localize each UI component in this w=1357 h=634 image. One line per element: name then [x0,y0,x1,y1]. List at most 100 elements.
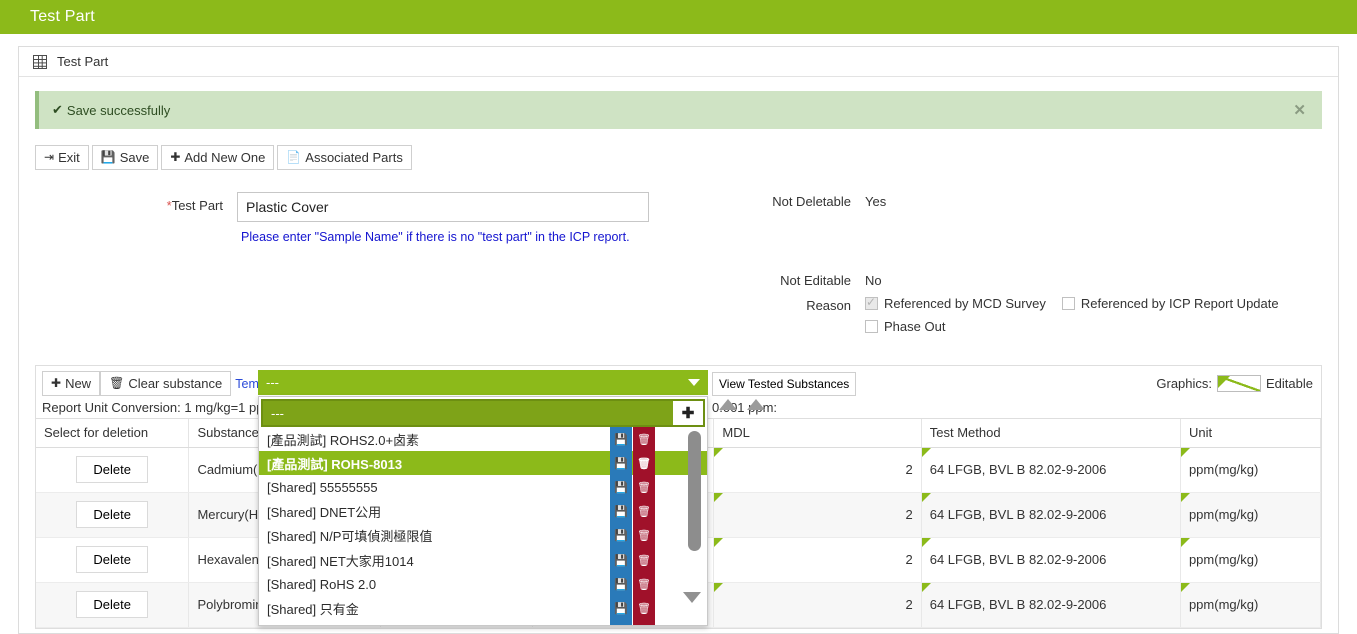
save-template-icon[interactable] [610,620,632,625]
form-right-column: Not Deletable Yes Not Editable No Reason… [735,192,1322,338]
exit-button[interactable]: ⇥ Exit [35,145,89,170]
editable-corner-icon [714,582,724,592]
delete-template-icon[interactable]: 🗑 [633,596,655,621]
substance-toolbar-inner: ✚ New 🗑 Clear substance Template : Repor… [36,366,1321,626]
delete-template-icon[interactable]: 🗑 [633,475,655,500]
scroll-down-icon[interactable] [683,592,701,603]
not-deletable-value: Yes [865,194,887,209]
dropdown-scrollbar[interactable] [687,431,703,597]
editable-corner-icon [921,492,931,502]
cell-test-method: 64 LFGB, BVL B 82.02-9-2006 [921,537,1181,583]
dropdown-item[interactable]: [Shared] RoHS 2.0 💾 🗑 [259,572,707,597]
test-part-field-wrap: Please enter "Sample Name" if there is n… [237,192,649,244]
action-toolbar: ⇥ Exit 💾 Save ✚ Add New One 📄 Associated… [35,145,1322,170]
save-template-icon[interactable]: 💾 [610,475,632,500]
checkbox-referenced-by-mcd-survey[interactable] [865,295,878,310]
save-label: Save [119,150,150,165]
save-template-icon[interactable]: 💾 [610,523,632,548]
delete-template-icon[interactable]: 🗑 [633,523,655,548]
editable-corner-icon [921,537,931,547]
dropdown-item[interactable]: [Shared] DNET公用 💾 🗑 [259,499,707,524]
editable-corner-icon [714,537,724,547]
view-tested-substances-button[interactable]: View Tested Substances [712,372,857,396]
success-alert: ✔ Save successfully ✕ [35,91,1322,129]
save-template-icon[interactable]: 💾 [610,427,632,452]
cell-mdl: 2 [713,582,922,628]
sort-up-icon-1[interactable] [719,399,737,410]
save-template-icon[interactable]: 💾 [610,547,632,573]
delete-template-icon[interactable]: 🗑 [633,547,655,573]
panel-header: Test Part [19,47,1338,77]
editable-corner-icon [1180,537,1190,547]
add-new-one-label: Add New One [184,150,266,165]
dropdown-item-label: [產品測試] ROHS2.0+卤素 [267,432,420,448]
dropdown-item[interactable]: [Shared] 55555555 💾 🗑 [259,475,707,500]
dropdown-item-actions: 💾 🗑 [610,572,655,597]
editable-corner-icon [1180,447,1190,457]
template-sort-arrows [719,399,765,410]
cell-unit: ppm(mg/kg) [1180,537,1321,583]
associated-parts-label: Associated Parts [305,150,403,165]
checkbox-label-mcd-survey: Referenced by MCD Survey [884,296,1046,311]
close-icon[interactable]: ✕ [1287,101,1312,119]
checkbox-label-phase-out: Phase Out [884,319,946,334]
dropdown-item[interactable]: [Shared] 只有金 💾 🗑 [259,596,707,621]
test-part-label-text: Test Part [171,198,223,213]
grid-icon [33,54,47,69]
checkbox-phase-out[interactable] [865,320,878,333]
add-new-one-button[interactable]: ✚ Add New One [161,145,275,170]
template-search-value[interactable]: --- [271,406,284,421]
clear-substance-button[interactable]: 🗑 Clear substance [100,371,232,396]
dropdown-item-partial[interactable] [259,620,707,625]
dropdown-item-label: [Shared] 55555555 [267,479,378,495]
sort-up-icon-2[interactable] [747,399,765,410]
dropdown-item-actions: 💾 🗑 [610,451,655,476]
delete-template-icon[interactable] [633,620,655,625]
dropdown-item-selected[interactable]: [產品測試] ROHS-8013 💾 🗑 [259,451,707,476]
delete-row-button[interactable]: Delete [76,501,148,528]
cell-test-method: 64 LFGB, BVL B 82.02-9-2006 [921,492,1181,538]
exit-icon: ⇥ [44,150,55,164]
form-left-column: *Test Part Please enter "Sample Name" if… [35,192,735,338]
page-container: Test Part ✔ Save successfully ✕ ⇥ Exit 💾… [0,34,1357,634]
associated-parts-button[interactable]: 📄 Associated Parts [277,145,412,170]
app-title: Test Part [30,8,95,25]
dropdown-item-actions: 💾 🗑 [610,523,655,548]
dropdown-item-label: [Shared] 只有金 [267,601,359,617]
save-template-icon[interactable]: 💾 [610,596,632,621]
save-template-icon[interactable]: 💾 [610,499,632,524]
new-substance-button[interactable]: ✚ New [42,371,101,396]
save-button[interactable]: 💾 Save [91,145,159,170]
trash-icon: 🗑 [109,376,125,390]
reason-label: Reason [806,298,851,313]
not-editable-label: Not Editable [780,273,851,288]
delete-template-icon[interactable]: 🗑 [633,451,655,476]
alert-message: Save successfully [66,102,171,118]
dropdown-item[interactable]: [產品測試] ROHS2.0+卤素 💾 🗑 [259,427,707,452]
delete-row-button[interactable]: Delete [76,546,148,573]
template-select-value: --- [266,375,279,390]
document-icon: 📄 [286,150,302,164]
editable-label: Editable [1266,376,1313,391]
dropdown-item-actions [610,620,655,625]
cell-select: Delete [36,537,190,583]
delete-template-icon[interactable]: 🗑 [633,427,655,452]
delete-template-icon[interactable]: 🗑 [633,572,655,597]
cell-unit-value: ppm(mg/kg) [1188,552,1259,567]
cell-test-method-value: 64 LFGB, BVL B 82.02-9-2006 [929,552,1107,567]
checkbox-referenced-by-icp-report-update[interactable] [1061,297,1075,310]
add-template-button[interactable]: ✚ [673,401,703,425]
delete-template-icon[interactable]: 🗑 [633,499,655,524]
substance-section: ✚ New 🗑 Clear substance Template : Repor… [35,365,1322,633]
delete-row-button[interactable]: Delete [76,591,148,618]
delete-row-button[interactable]: Delete [76,456,148,483]
template-select[interactable]: --- [258,370,708,395]
dropdown-item[interactable]: [Shared] NET大家用1014 💾 🗑 [259,547,707,573]
dropdown-item[interactable]: [Shared] N/P可填偵測極限值 💾 🗑 [259,523,707,548]
dropdown-scrollbar-thumb[interactable] [688,431,701,551]
dropdown-item-label: [Shared] DNET公用 [267,505,382,521]
save-template-icon[interactable]: 💾 [610,572,632,597]
test-part-input[interactable] [237,192,649,222]
checkbox-label-icp-report-update: Referenced by ICP Report Update [1080,296,1279,311]
save-template-icon[interactable]: 💾 [610,451,632,476]
